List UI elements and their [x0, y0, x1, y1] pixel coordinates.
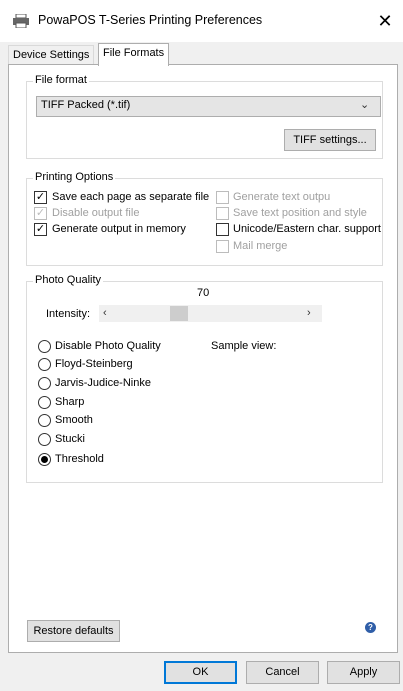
- radio-smooth-label: Smooth: [55, 414, 93, 426]
- save-each-page-label: Save each page as separate file: [52, 191, 210, 203]
- file-format-group-label: File format: [33, 74, 89, 86]
- radio-stucki[interactable]: [38, 433, 51, 446]
- radio-threshold[interactable]: [38, 453, 51, 466]
- cancel-button[interactable]: Cancel: [246, 661, 319, 684]
- sample-view-label: Sample view:: [211, 340, 277, 352]
- unicode-eastern-checkbox[interactable]: [216, 223, 229, 236]
- tab-device-settings[interactable]: Device Settings: [8, 45, 95, 65]
- radio-disable-photo-quality[interactable]: [38, 340, 51, 353]
- intensity-slider[interactable]: [99, 305, 322, 322]
- disable-output-file-checkbox: ✓: [34, 207, 47, 220]
- disable-output-file-label: Disable output file: [52, 207, 140, 219]
- radio-sharp[interactable]: [38, 396, 51, 409]
- save-each-page-checkbox[interactable]: ✓: [34, 191, 47, 204]
- window-title: PowaPOS T-Series Printing Preferences: [38, 13, 263, 27]
- save-text-position-label: Save text position and style: [233, 207, 367, 219]
- radio-floyd-steinberg[interactable]: [38, 358, 51, 371]
- radio-jarvis-judice-ninke[interactable]: [38, 377, 51, 390]
- intensity-value: 70: [197, 287, 210, 299]
- generate-text-output-label: Generate text outpu: [233, 191, 331, 203]
- apply-button[interactable]: Apply: [327, 661, 400, 684]
- save-text-position-checkbox: [216, 207, 229, 220]
- chevron-down-icon: ⌄: [360, 99, 370, 111]
- help-icon[interactable]: ?: [365, 622, 376, 633]
- radio-floyd-steinberg-label: Floyd-Steinberg: [55, 358, 133, 370]
- close-button[interactable]: ✕: [372, 8, 398, 34]
- generate-output-in-memory-label: Generate output in memory: [52, 223, 186, 235]
- mail-merge-label: Mail merge: [233, 240, 288, 252]
- intensity-slider-thumb[interactable]: [170, 306, 188, 321]
- tiff-settings-button[interactable]: TIFF settings...: [284, 129, 376, 151]
- ok-button[interactable]: OK: [164, 661, 237, 684]
- radio-threshold-label: Threshold: [55, 453, 104, 465]
- radio-sharp-label: Sharp: [55, 396, 85, 408]
- restore-defaults-button[interactable]: Restore defaults: [27, 620, 120, 642]
- radio-smooth[interactable]: [38, 414, 51, 427]
- radio-jarvis-judice-ninke-label: Jarvis-Judice-Ninke: [55, 377, 151, 389]
- printer-icon: [12, 13, 30, 29]
- mail-merge-checkbox: [216, 240, 229, 253]
- chevron-left-icon[interactable]: ‹: [103, 307, 107, 319]
- intensity-label: Intensity:: [46, 308, 91, 320]
- file-format-select-value: TIFF Packed (*.tif): [41, 99, 131, 111]
- generate-text-output-checkbox: [216, 191, 229, 204]
- printing-options-group-label: Printing Options: [33, 171, 116, 183]
- radio-disable-photo-quality-label: Disable Photo Quality: [55, 340, 161, 352]
- radio-selected-dot: [41, 456, 48, 463]
- tab-file-formats[interactable]: File Formats: [98, 43, 170, 66]
- photo-quality-group-label: Photo Quality: [33, 274, 104, 286]
- chevron-right-icon[interactable]: ›: [307, 307, 311, 319]
- unicode-eastern-label: Unicode/Eastern char. support: [233, 223, 381, 235]
- generate-output-in-memory-checkbox[interactable]: ✓: [34, 223, 47, 236]
- radio-stucki-label: Stucki: [55, 433, 85, 445]
